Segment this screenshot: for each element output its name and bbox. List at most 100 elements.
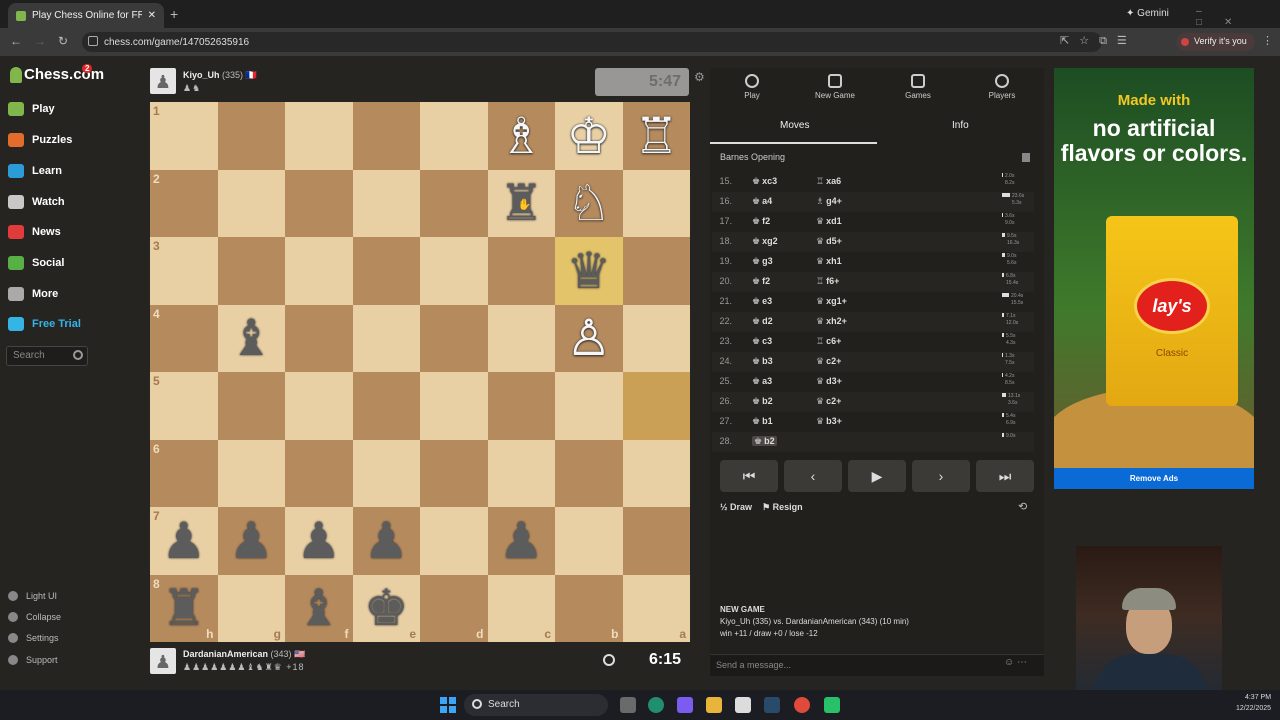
black-piece[interactable]: ♟	[296, 516, 341, 566]
system-clock[interactable]: 4:37 PM 12/22/2025	[1236, 692, 1271, 714]
sidebar-item-play[interactable]: Play	[8, 102, 55, 116]
browser-tab[interactable]: Play Chess Online for FREE - 2 ✕	[8, 3, 164, 28]
black-move[interactable]: ♛ xd1	[816, 216, 842, 227]
black-move[interactable]: ♛ xh2+	[816, 316, 847, 327]
board-square-d7[interactable]	[420, 507, 488, 575]
remove-ads-button[interactable]: Remove Ads	[1054, 468, 1254, 489]
white-move[interactable]: ♚ a3	[752, 376, 772, 387]
board-square-b7[interactable]	[555, 507, 623, 575]
board-square-c1[interactable]: ♗	[487, 102, 555, 170]
board-square-h8[interactable]: 8 h ♜	[150, 574, 218, 642]
sidebar-item-social[interactable]: Social	[8, 256, 64, 270]
forward-icon[interactable]: →	[34, 34, 46, 48]
subtab-moves[interactable]: Moves	[780, 120, 809, 131]
black-piece[interactable]: ♟	[499, 516, 544, 566]
sidebar-settings-button[interactable]: Settings	[8, 633, 59, 643]
draw-button[interactable]: ½ Draw	[720, 502, 752, 512]
resign-button[interactable]: ⚑ Resign	[762, 502, 803, 512]
black-piece[interactable]: ♟	[364, 516, 409, 566]
black-piece[interactable]: ♟	[229, 516, 274, 566]
chess-logo[interactable]: Chess.com 2	[10, 64, 104, 83]
black-move[interactable]: ♗ g4+	[816, 196, 842, 207]
white-move[interactable]: ♚ b1	[752, 416, 773, 427]
white-piece[interactable]: ♖	[634, 111, 679, 161]
board-square-d3[interactable]	[420, 237, 488, 305]
board-square-b8[interactable]: b	[555, 574, 623, 642]
bottom-player-avatar[interactable]: ♟	[150, 648, 176, 674]
white-move[interactable]: ♚ b2	[752, 396, 773, 407]
close-tab-icon[interactable]: ✕	[148, 10, 156, 21]
chess-board[interactable]: 1 ♗ ♔ ♖ 2 ♜ ✋ ♘ 3 ♛ 4 ♝ ♙ 5 6 7 ♟ ♟ ♟ ♟ ♟ 8 h ♜ g f ♝ e ♚ d c b a	[150, 102, 690, 642]
sidebar-item-puzzles[interactable]: Puzzles	[8, 133, 72, 147]
sidebar-item-learn[interactable]: Learn	[8, 164, 62, 178]
board-square-e7[interactable]: ♟	[352, 507, 420, 575]
black-piece[interactable]: ♝	[296, 583, 341, 633]
board-square-a4[interactable]	[622, 304, 690, 372]
app-icon[interactable]	[824, 697, 840, 713]
board-settings-gear-icon[interactable]: ⚙	[694, 70, 705, 84]
board-square-h6[interactable]: 6	[150, 439, 218, 507]
new-tab-button[interactable]: +	[170, 6, 178, 22]
board-square-d5[interactable]	[420, 372, 488, 440]
white-move[interactable]: ♚ c3	[752, 336, 772, 347]
windows-start-icon[interactable]	[440, 697, 456, 713]
black-piece[interactable]: ♚	[364, 583, 409, 633]
board-square-d6[interactable]	[420, 439, 488, 507]
black-piece[interactable]: ♝	[229, 313, 274, 363]
board-square-h1[interactable]: 1	[150, 102, 218, 170]
board-square-b2[interactable]: ♘	[555, 169, 623, 237]
board-square-d2[interactable]	[420, 169, 488, 237]
board-square-e4[interactable]	[352, 304, 420, 372]
opening-name[interactable]: Barnes Opening	[720, 152, 785, 162]
board-square-b1[interactable]: ♔	[555, 102, 623, 170]
board-square-h7[interactable]: 7 ♟	[150, 507, 218, 575]
store-icon[interactable]	[735, 697, 751, 713]
black-piece[interactable]: ♟	[161, 516, 206, 566]
board-square-c7[interactable]: ♟	[487, 507, 555, 575]
board-square-c2[interactable]: ♜ ✋	[487, 169, 555, 237]
sidebar-item-news[interactable]: News	[8, 225, 61, 239]
chat-message-input[interactable]: Send a message...	[710, 654, 1044, 676]
chat-icons[interactable]: ☺ ⋯	[1004, 657, 1027, 668]
white-piece[interactable]: ♗	[499, 111, 544, 161]
sidebar-support-button[interactable]: Support	[8, 655, 58, 665]
tab-new-game[interactable]: New Game	[795, 74, 875, 100]
board-square-g5[interactable]	[217, 372, 285, 440]
board-square-e6[interactable]	[352, 439, 420, 507]
play-button[interactable]: ▶	[848, 460, 906, 492]
verify-profile-button[interactable]: Verify it's you	[1176, 33, 1255, 51]
taskbar-search[interactable]: Search	[464, 694, 608, 716]
board-square-g4[interactable]: ♝	[217, 304, 285, 372]
edge-icon[interactable]	[648, 697, 664, 713]
black-move[interactable]: ♖ f6+	[816, 276, 839, 287]
white-move[interactable]: ♚ g3	[752, 256, 773, 267]
white-move[interactable]: ♚ xc3	[752, 176, 777, 187]
board-square-f6[interactable]	[285, 439, 353, 507]
browser-menu-icon[interactable]: ⋮	[1262, 34, 1273, 47]
address-bar[interactable]: chess.com/game/147052635916	[82, 32, 1102, 52]
sidebar-light-ui-button[interactable]: Light UI	[8, 591, 57, 601]
black-move[interactable]: ♛ d3+	[816, 376, 842, 387]
move-list[interactable]: 15. ♚ xc3 ♖ xa6 2.0s 8.2s 16. ♚ a4 ♗ g4+ 23.6s 5.3s 17…	[712, 172, 1034, 452]
board-square-c3[interactable]	[487, 237, 555, 305]
subtab-info[interactable]: Info	[952, 120, 969, 131]
board-square-b6[interactable]	[555, 439, 623, 507]
white-move[interactable]: ♚ b2	[752, 436, 777, 447]
black-move[interactable]: ♛ c2+	[816, 356, 841, 367]
board-square-h3[interactable]: 3	[150, 237, 218, 305]
board-square-a3[interactable]	[622, 237, 690, 305]
board-square-a8[interactable]: a	[622, 574, 690, 642]
previous-move-button[interactable]: ‹	[784, 460, 842, 492]
black-move[interactable]: ♖ xa6	[816, 176, 841, 187]
black-move[interactable]: ♛ xh1	[816, 256, 842, 267]
black-move[interactable]: ♛ c2+	[816, 396, 841, 407]
board-square-f2[interactable]	[285, 169, 353, 237]
board-square-g3[interactable]	[217, 237, 285, 305]
sidebar-collapse-button[interactable]: Collapse	[8, 612, 61, 622]
top-player-name-row[interactable]: Kiyo_Uh (335) 🇫🇷	[183, 70, 257, 81]
board-square-g2[interactable]	[217, 169, 285, 237]
black-move[interactable]: ♛ b3+	[816, 416, 842, 427]
board-square-d4[interactable]	[420, 304, 488, 372]
white-piece[interactable]: ♘	[566, 178, 611, 228]
board-square-a6[interactable]	[622, 439, 690, 507]
